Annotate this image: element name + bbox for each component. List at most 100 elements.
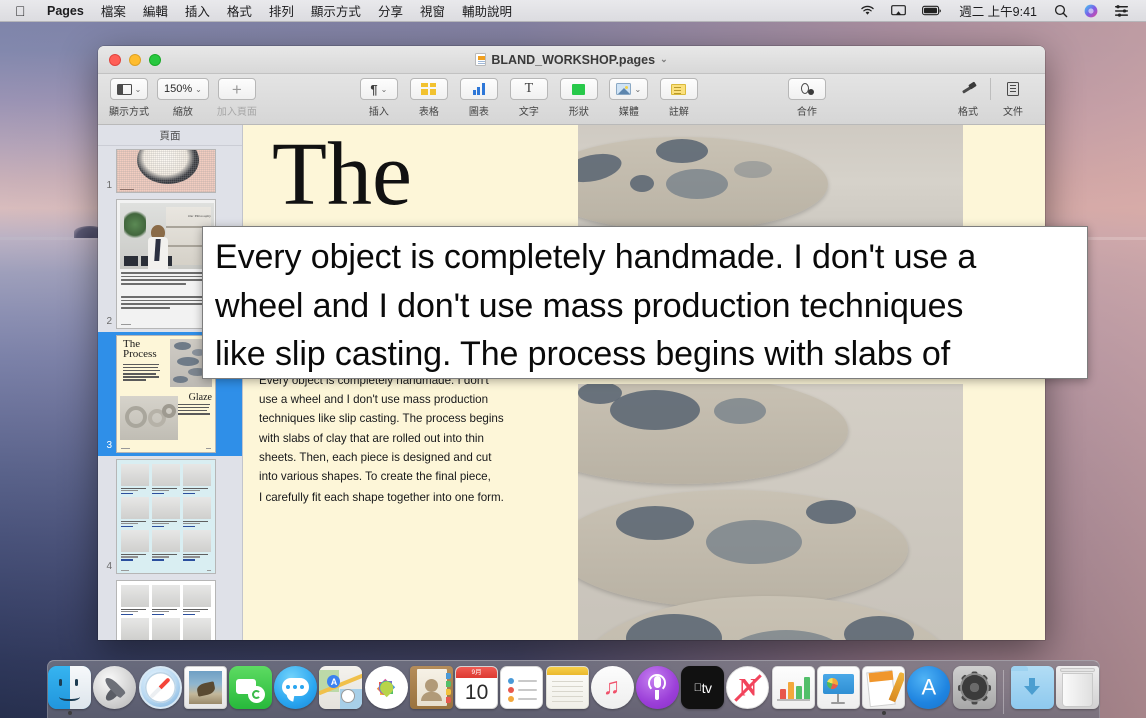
calendar-month: 9月 — [456, 667, 497, 678]
calendar-day: 10 — [456, 678, 497, 708]
dock-item-keynote[interactable] — [817, 666, 860, 716]
dock-item-launchpad[interactable] — [93, 666, 136, 716]
dock-item-pages[interactable] — [862, 666, 905, 716]
dock-item-system-preferences[interactable] — [952, 666, 995, 716]
battery-icon[interactable] — [914, 5, 950, 16]
insert-label: 插入 — [369, 103, 389, 118]
menu-item-format[interactable]: 格式 — [218, 1, 260, 20]
dock-item-notes[interactable] — [545, 666, 588, 716]
dock-item-mail[interactable] — [184, 666, 227, 716]
menu-item-view[interactable]: 顯示方式 — [302, 1, 369, 20]
mail-icon — [184, 666, 227, 709]
chart-icon — [473, 83, 485, 95]
dock-item-photos[interactable] — [365, 666, 408, 716]
comment-button[interactable]: 註解 — [657, 74, 701, 118]
clay-slab-photo-bottom[interactable] — [578, 384, 963, 640]
toolbar-collaborate-group: 合作 — [785, 74, 829, 118]
apple-menu-icon[interactable]:  — [0, 4, 39, 18]
view-icon — [117, 84, 132, 95]
body-line: techniques like slip casting. The proces… — [259, 409, 529, 428]
list-item[interactable]: 4 — [98, 456, 242, 577]
dock-item-contacts[interactable] — [410, 666, 453, 716]
page-thumbnail-1[interactable] — [116, 149, 216, 193]
menu-item-help[interactable]: 輔助說明 — [453, 1, 520, 20]
dock-item-reminders[interactable] — [500, 666, 543, 716]
list-item[interactable]: 5 — [98, 577, 242, 640]
app-store-glyph: A — [921, 676, 936, 698]
messages-icon — [274, 666, 317, 709]
airplay-icon[interactable] — [883, 5, 914, 17]
page-body-text[interactable]: Every object is completely handmade. I d… — [259, 371, 529, 508]
launchpad-icon — [93, 666, 136, 709]
insert-button[interactable]: ¶⌄ 插入 — [357, 74, 401, 118]
text-icon: T — [525, 82, 534, 96]
media-icon — [616, 83, 631, 95]
dock-item-calendar[interactable]: 9月 10 — [455, 666, 498, 716]
media-button[interactable]: ⌄ 媒體 — [607, 74, 651, 118]
shape-label: 形狀 — [569, 103, 589, 118]
page-number: 1 — [98, 180, 116, 193]
title-chevron-down-icon[interactable]: ⌄ — [660, 54, 668, 65]
zoom-button-toolbar[interactable]: 150%⌄ 縮放 — [157, 74, 209, 118]
running-indicator — [68, 711, 72, 715]
dock-item-music[interactable]: ♫ — [591, 666, 634, 716]
page-number: 5 — [98, 639, 116, 640]
siri-icon[interactable] — [1076, 4, 1106, 18]
pages-document-icon — [475, 53, 486, 66]
menu-item-share[interactable]: 分享 — [369, 1, 411, 20]
numbers-icon — [772, 666, 815, 709]
view-button[interactable]: ⌄ 顯示方式 — [107, 74, 151, 118]
chevron-down-icon: ⌄ — [195, 85, 202, 94]
document-title[interactable]: BLAND_WORKSHOP.pages — [491, 53, 655, 67]
page-thumbnail-5[interactable] — [116, 580, 216, 640]
page-thumbnail-list[interactable]: 1 2 Our Philosophy — [98, 146, 242, 640]
menu-bar-clock[interactable]: 週二 上午9:41 — [950, 1, 1046, 20]
search-icon[interactable] — [1046, 4, 1076, 18]
body-line: use a wheel and I don't use mass product… — [259, 390, 529, 409]
window-title-bar[interactable]: BLAND_WORKSHOP.pages ⌄ — [98, 46, 1045, 74]
sidebar-header: 頁面 — [98, 125, 242, 146]
dock-item-podcasts[interactable] — [636, 666, 679, 716]
contacts-icon — [410, 666, 453, 709]
page-thumbnails-sidebar: 頁面 1 2 — [98, 125, 243, 640]
format-button[interactable]: 格式 — [946, 74, 990, 118]
list-item[interactable]: 1 — [98, 146, 242, 196]
page-thumbnail-2[interactable]: Our Philosophy — [116, 199, 216, 329]
dock-item-facetime[interactable] — [229, 666, 272, 716]
dock-item-news[interactable]: N — [726, 666, 769, 716]
menu-item-file[interactable]: 檔案 — [92, 1, 134, 20]
page-thumbnail-4[interactable] — [116, 459, 216, 574]
add-page-button[interactable]: + 加入頁面 — [215, 74, 259, 118]
dock: A 9月 10 — [47, 660, 1100, 718]
dock-item-safari[interactable] — [138, 666, 181, 716]
control-center-icon[interactable] — [1106, 5, 1137, 17]
wifi-icon[interactable] — [852, 5, 883, 16]
dock-item-numbers[interactable] — [772, 666, 815, 716]
page-thumbnail-3-selected[interactable]: The Process — [116, 335, 216, 453]
menu-item-edit[interactable]: 編輯 — [134, 1, 176, 20]
dock-item-maps[interactable]: A — [319, 666, 362, 716]
dock-item-apple-tv[interactable]: tv — [681, 666, 724, 716]
dock-item-finder[interactable] — [48, 666, 91, 716]
text-button[interactable]: T 文字 — [507, 74, 551, 118]
zoom-text-callout: Every object is completely handmade. I d… — [202, 226, 1088, 379]
shape-button[interactable]: 形狀 — [557, 74, 601, 118]
menu-item-arrange[interactable]: 排列 — [260, 1, 302, 20]
dock-item-app-store[interactable]: A — [907, 666, 950, 716]
collaborate-button[interactable]: 合作 — [785, 74, 829, 118]
dock-item-downloads-folder[interactable] — [1011, 666, 1054, 716]
dock-item-messages[interactable] — [274, 666, 317, 716]
document-button[interactable]: 文件 — [991, 74, 1035, 118]
facetime-icon — [229, 666, 272, 709]
document-page[interactable]: The Every object is completely handmade.… — [243, 125, 1045, 640]
document-canvas[interactable]: The Every object is completely handmade.… — [243, 125, 1045, 640]
page-number: 4 — [98, 561, 116, 574]
table-button[interactable]: 表格 — [407, 74, 451, 118]
menu-item-window[interactable]: 視窗 — [411, 1, 453, 20]
menu-app-name[interactable]: Pages — [39, 4, 93, 18]
menu-item-insert[interactable]: 插入 — [176, 1, 218, 20]
dock-item-trash[interactable] — [1056, 666, 1099, 716]
zoom-button-label: 縮放 — [173, 103, 193, 118]
photos-icon — [365, 666, 408, 709]
chart-button[interactable]: 圖表 — [457, 74, 501, 118]
